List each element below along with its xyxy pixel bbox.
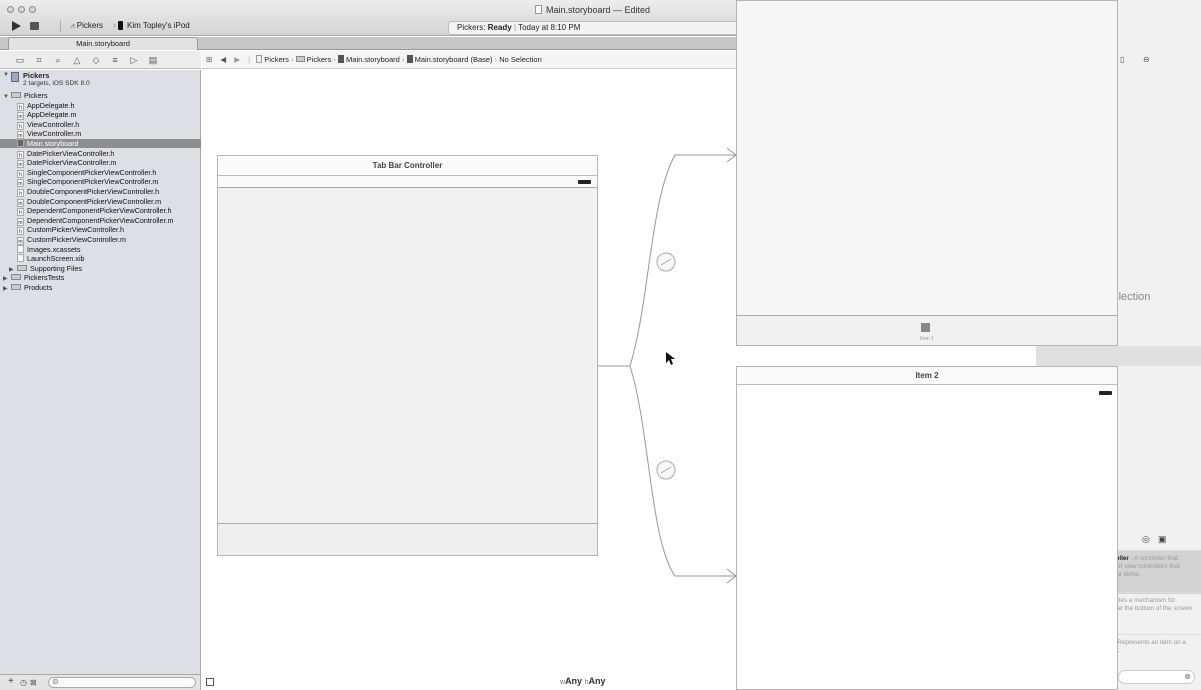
mouse-cursor-icon [666,352,675,365]
utilities-divider [1036,346,1201,366]
size-h-value: Any [588,676,606,686]
segue-icon[interactable] [656,460,676,480]
library-filter-input[interactable]: ⊗ [1118,670,1195,684]
item2-scene[interactable]: Item 2 [736,366,1118,690]
scene-title: Item 2 [737,367,1117,385]
document-outline-toggle[interactable] [206,678,214,686]
item1-scene[interactable]: Item 1 [736,0,1118,346]
object-library-icon[interactable]: ◎ [1142,534,1150,545]
media-library-icon[interactable]: ▣ [1158,534,1167,545]
clear-icon[interactable]: ⊗ [1184,672,1191,681]
library-selector: ◎ ▣ [1118,533,1201,547]
battery-icon [578,180,591,184]
battery-icon [1099,391,1112,395]
size-class-selector[interactable]: wAny hAny [560,676,606,686]
scene-title: Tab Bar Controller [218,156,597,176]
status-bar [218,176,597,188]
size-w-value: Any [565,676,583,686]
item1-tab-bar[interactable]: Item 1 [737,315,1117,345]
tab-item-icon [921,323,930,332]
tab-bar[interactable] [218,523,597,555]
tab-item-label: Item 1 [920,336,934,342]
tab-bar-controller-scene[interactable]: Tab Bar Controller [217,155,598,556]
segue-icon[interactable] [656,252,676,272]
identity-inspector-icon[interactable]: ▯ [1120,55,1124,64]
connections-inspector-icon[interactable]: ⊖ [1143,55,1150,64]
